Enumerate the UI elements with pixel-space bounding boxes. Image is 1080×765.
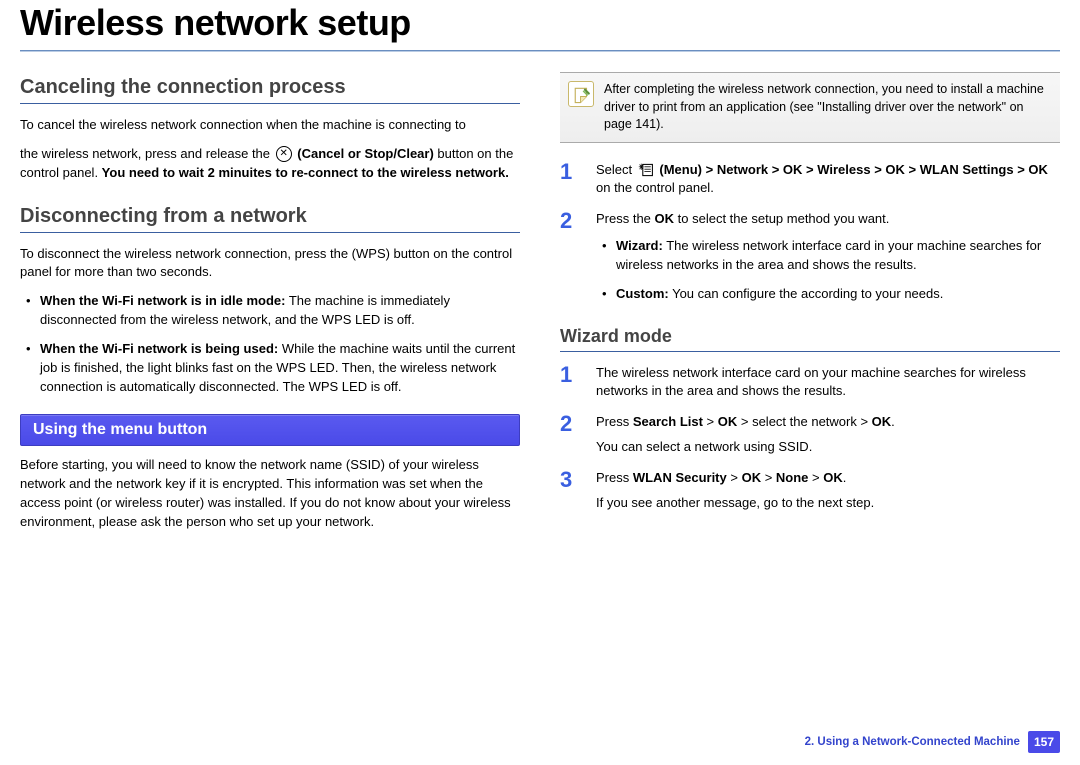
text-frag: > xyxy=(761,470,776,485)
page-title: Wireless network setup xyxy=(20,2,1060,44)
bullet-label: When the Wi-Fi network is being used: xyxy=(40,341,278,356)
step-number: 2 xyxy=(560,413,582,457)
nav-path: > Network > OK > Wireless > OK > WLAN Se… xyxy=(706,162,1048,177)
disconnect-bullets: When the Wi-Fi network is in idle mode: … xyxy=(20,292,520,396)
text-frag: OK xyxy=(718,414,738,429)
text-frag: OK xyxy=(872,414,892,429)
page-number: 157 xyxy=(1028,731,1060,753)
bullet-label: Custom: xyxy=(616,286,669,301)
note-text: After completing the wireless network co… xyxy=(604,82,1044,131)
heading-cancel: Canceling the connection process xyxy=(20,76,520,99)
text-frag: . xyxy=(891,414,895,429)
bullet-wizard: Wizard: The wireless network interface c… xyxy=(602,237,1060,275)
bullet-text: The wireless network interface card in y… xyxy=(616,238,1041,272)
text-frag: Search List xyxy=(633,414,703,429)
text-frag: > xyxy=(703,414,718,429)
step-body: Press the OK to select the setup method … xyxy=(596,210,1060,313)
left-column: Canceling the connection process To canc… xyxy=(20,72,520,542)
text-frag: on the control panel. xyxy=(596,180,714,195)
text-frag: OK xyxy=(742,470,762,485)
bullet-idle-mode: When the Wi-Fi network is in idle mode: … xyxy=(26,292,520,330)
step-1: 1 Select (Menu) > Network > OK > Wireles… xyxy=(560,161,1060,199)
steps-setup: 1 Select (Menu) > Network > OK > Wireles… xyxy=(560,161,1060,314)
text-frag: > xyxy=(727,470,742,485)
text-frag: the wireless network, press and release … xyxy=(20,146,274,161)
note-box: After completing the wireless network co… xyxy=(560,72,1060,143)
note-icon xyxy=(568,81,594,107)
step-subtext: If you see another message, go to the ne… xyxy=(596,495,874,510)
setup-method-bullets: Wizard: The wireless network interface c… xyxy=(596,237,1060,304)
text-frag: Select xyxy=(596,162,636,177)
wizard-step-2: 2 Press Search List > OK > select the ne… xyxy=(560,413,1060,457)
bullet-text: You can configure the according to your … xyxy=(669,286,944,301)
step-2: 2 Press the OK to select the setup metho… xyxy=(560,210,1060,313)
cancel-paragraph-1: To cancel the wireless network connectio… xyxy=(20,116,520,135)
text-frag: > select the network > xyxy=(737,414,871,429)
section-using-menu-button: Using the menu button xyxy=(20,414,520,446)
text-frag: to select the setup method you want. xyxy=(674,211,889,226)
bullet-label: When the Wi-Fi network is in idle mode: xyxy=(40,293,285,308)
wizard-step-3: 3 Press WLAN Security > OK > None > OK. … xyxy=(560,469,1060,513)
step-body: Press WLAN Security > OK > None > OK. If… xyxy=(596,469,1060,513)
cancel-paragraph-2: the wireless network, press and release … xyxy=(20,145,520,183)
text-frag: > xyxy=(808,470,823,485)
text-frag: Press xyxy=(596,470,633,485)
bullet-label: Wizard: xyxy=(616,238,663,253)
ok-label: OK xyxy=(655,211,675,226)
steps-wizard: 1 The wireless network interface card on… xyxy=(560,364,1060,513)
bullet-custom: Custom: You can configure the according … xyxy=(602,285,1060,304)
disconnect-paragraph: To disconnect the wireless network conne… xyxy=(20,245,520,283)
step-subtext: You can select a network using SSID. xyxy=(596,439,812,454)
reconnect-warning: You need to wait 2 minuites to re-connec… xyxy=(102,165,509,180)
text-frag: Press the xyxy=(596,211,655,226)
menu-label: (Menu) xyxy=(659,162,702,177)
footer-chapter: 2. Using a Network-Connected Machine xyxy=(805,736,1020,748)
heading-disconnect: Disconnecting from a network xyxy=(20,205,520,228)
step-number: 1 xyxy=(560,364,582,402)
heading-rule xyxy=(560,351,1060,352)
footer: 2. Using a Network-Connected Machine 157 xyxy=(805,731,1060,753)
step-body: Select (Menu) > Network > OK > Wireless … xyxy=(596,161,1060,199)
heading-wizard-mode: Wizard mode xyxy=(560,326,1060,347)
text-frag: WLAN Security xyxy=(633,470,727,485)
text-frag: None xyxy=(776,470,809,485)
text-frag: Press xyxy=(596,414,633,429)
heading-rule xyxy=(20,232,520,233)
right-column: After completing the wireless network co… xyxy=(560,72,1060,542)
menu-button-intro: Before starting, you will need to know t… xyxy=(20,456,520,531)
text-frag: . xyxy=(843,470,847,485)
heading-rule xyxy=(20,103,520,104)
bullet-being-used: When the Wi-Fi network is being used: Wh… xyxy=(26,340,520,397)
title-rule xyxy=(20,50,1060,52)
cancel-stop-icon: ✕ xyxy=(276,146,292,162)
step-number: 1 xyxy=(560,161,582,199)
step-number: 2 xyxy=(560,210,582,313)
text-frag: OK xyxy=(823,470,843,485)
menu-icon xyxy=(638,162,654,178)
cancel-button-label: (Cancel or Stop/Clear) xyxy=(297,146,434,161)
step-body: The wireless network interface card on y… xyxy=(596,364,1060,402)
step-number: 3 xyxy=(560,469,582,513)
step-body: Press Search List > OK > select the netw… xyxy=(596,413,1060,457)
wizard-step-1: 1 The wireless network interface card on… xyxy=(560,364,1060,402)
